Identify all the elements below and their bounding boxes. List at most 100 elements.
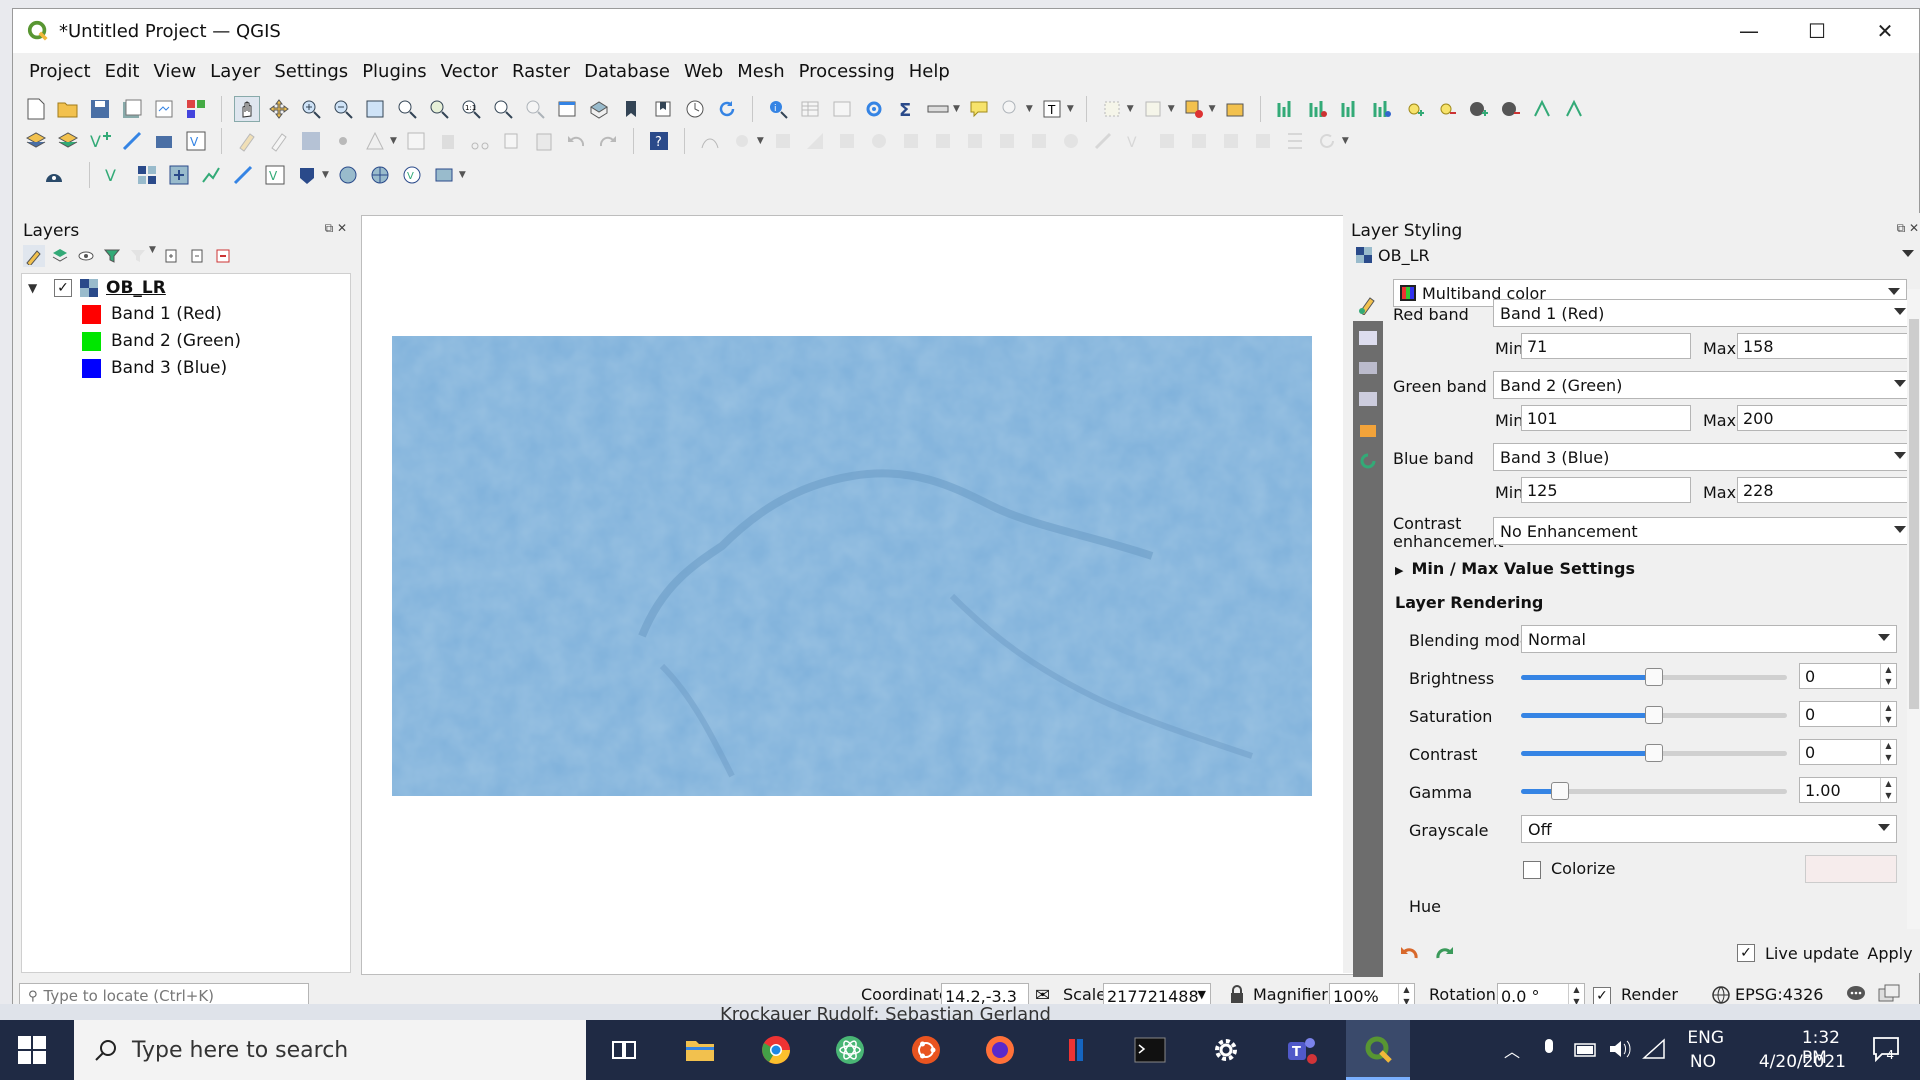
rendering-tab-icon[interactable]	[1356, 419, 1380, 443]
apply-button[interactable]: Apply	[1859, 939, 1920, 967]
terminal-icon[interactable]	[1118, 1020, 1182, 1080]
digitize-16-icon[interactable]	[1186, 128, 1212, 154]
green-min-field[interactable]: 101	[1521, 405, 1691, 431]
refresh-icon[interactable]	[714, 96, 740, 122]
digitize-18-icon[interactable]	[1250, 128, 1276, 154]
taskbar-search-box[interactable]: Type here to search	[74, 1020, 586, 1080]
language-secondary[interactable]: NO	[1690, 1052, 1716, 1072]
vertex-tool-icon[interactable]	[362, 128, 388, 154]
digitize-19-icon[interactable]	[1282, 128, 1308, 154]
add-raster-plus-icon[interactable]	[166, 162, 192, 188]
collapse-all-icon[interactable]	[186, 245, 208, 267]
histogram-tab-icon[interactable]	[1356, 387, 1380, 411]
add-wfs-icon[interactable]: V	[183, 128, 209, 154]
undo-icon[interactable]	[563, 128, 589, 154]
processing-toolbox-icon[interactable]	[861, 96, 887, 122]
digitize-13-icon[interactable]	[1090, 128, 1116, 154]
digitize-8-icon[interactable]	[930, 128, 956, 154]
digitize-11-icon[interactable]	[1026, 128, 1052, 154]
raster-analysis-4-icon[interactable]	[1369, 96, 1395, 122]
add-wfs-layer-icon[interactable]: V	[399, 162, 425, 188]
menu-layer[interactable]: Layer	[210, 61, 260, 82]
blending-mode-combo[interactable]: Normal	[1521, 625, 1897, 653]
task-view-icon[interactable]	[592, 1020, 656, 1080]
close-button[interactable]: ✕	[1851, 9, 1919, 53]
statistical-summary-icon[interactable]: Σ	[893, 96, 919, 122]
symbology-tab-icon[interactable]	[1356, 327, 1380, 351]
globe-add-icon[interactable]	[1465, 96, 1491, 122]
map-tips-icon[interactable]	[966, 96, 992, 122]
open-project-icon[interactable]	[55, 96, 81, 122]
language-primary[interactable]: ENG	[1687, 1028, 1724, 1048]
settings-gear-icon[interactable]	[1194, 1020, 1258, 1080]
digitize-5-icon[interactable]	[834, 128, 860, 154]
add-spatialite-icon[interactable]	[230, 162, 256, 188]
open-styling-icon[interactable]	[23, 245, 45, 267]
styling-panel-controls[interactable]: ⧉ ✕	[1897, 221, 1919, 236]
menu-help[interactable]: Help	[909, 61, 950, 82]
manage-visibility-icon[interactable]	[75, 245, 97, 267]
digitize-10-icon[interactable]	[994, 128, 1020, 154]
menu-mesh[interactable]: Mesh	[737, 61, 784, 82]
menu-settings[interactable]: Settings	[274, 61, 348, 82]
save-edits-icon[interactable]	[298, 128, 324, 154]
minimize-button[interactable]: —	[1715, 9, 1783, 53]
sun-add-icon[interactable]	[1401, 96, 1427, 122]
add-wcs-icon[interactable]	[367, 162, 393, 188]
menu-vector[interactable]: Vector	[441, 61, 498, 82]
globe-remove-icon[interactable]	[1497, 96, 1523, 122]
paste-features-icon[interactable]	[531, 128, 557, 154]
new-bookmark-icon[interactable]	[618, 96, 644, 122]
brightness-slider[interactable]	[1521, 666, 1787, 688]
spin-arrows-icon[interactable]: ▲ ▼	[1880, 702, 1896, 726]
menu-plugins[interactable]: Plugins	[362, 61, 426, 82]
data-source-manager-icon[interactable]	[23, 128, 49, 154]
menu-processing[interactable]: Processing	[799, 61, 895, 82]
show-bookmarks-icon[interactable]	[650, 96, 676, 122]
digitize-14-icon[interactable]: V	[1122, 128, 1148, 154]
styling-scrollbar-thumb[interactable]	[1909, 319, 1919, 709]
microphone-icon[interactable]	[1542, 1037, 1556, 1065]
minmax-settings-toggle[interactable]: ▶ Min / Max Value Settings	[1395, 559, 1635, 578]
new-vector-icon[interactable]: V	[102, 162, 128, 188]
digitize-4-icon[interactable]	[802, 128, 828, 154]
add-virtual-layer-icon[interactable]	[151, 128, 177, 154]
remove-layer-icon[interactable]	[212, 245, 234, 267]
blue-min-field[interactable]: 125	[1521, 477, 1691, 503]
select-location-icon[interactable]	[1222, 96, 1248, 122]
digitize-3-icon[interactable]	[770, 128, 796, 154]
red-max-field[interactable]: 158	[1737, 333, 1913, 359]
sourcetree-icon[interactable]	[1044, 1020, 1108, 1080]
add-postgis-icon[interactable]: V	[262, 162, 288, 188]
raster-analysis-2-icon[interactable]	[1305, 96, 1331, 122]
raster-analysis-3-icon[interactable]	[1337, 96, 1363, 122]
chevron-up-icon[interactable]: ︿	[1504, 1038, 1520, 1062]
text-annotation-icon[interactable]: T	[1039, 96, 1065, 122]
rotate-icon[interactable]	[1314, 128, 1340, 154]
georeferencer-icon[interactable]	[41, 162, 67, 188]
green-max-field[interactable]: 200	[1737, 405, 1913, 431]
temporal-controller-icon[interactable]	[682, 96, 708, 122]
add-mssql-icon[interactable]	[294, 162, 320, 188]
redo-icon[interactable]	[595, 128, 621, 154]
grayscale-combo[interactable]: Off	[1521, 815, 1897, 843]
firefox-icon[interactable]	[968, 1020, 1032, 1080]
crs-label[interactable]: EPSG:4326	[1735, 985, 1823, 1004]
digitize-9-icon[interactable]	[962, 128, 988, 154]
transparency-tab-icon[interactable]	[1356, 357, 1380, 381]
contrast-slider[interactable]	[1521, 742, 1787, 764]
pencil-icon[interactable]	[266, 128, 292, 154]
pan-to-selection-icon[interactable]	[266, 96, 292, 122]
contrast-slider-handle[interactable]	[1645, 744, 1663, 762]
map-canvas[interactable]	[361, 215, 1361, 975]
deselect-all-icon[interactable]	[1181, 96, 1207, 122]
saturation-slider-handle[interactable]	[1645, 706, 1663, 724]
gamma-slider[interactable]	[1521, 780, 1787, 802]
new-project-icon[interactable]	[23, 96, 49, 122]
menu-edit[interactable]: Edit	[105, 61, 140, 82]
vertex-remove-icon[interactable]	[1561, 96, 1587, 122]
layer-row-ob-lr[interactable]: ▼ ✓ OB_LR	[28, 278, 166, 298]
identify-icon[interactable]: i	[765, 96, 791, 122]
attribute-table-icon[interactable]	[797, 96, 823, 122]
windows-start-icon[interactable]	[18, 1036, 46, 1064]
